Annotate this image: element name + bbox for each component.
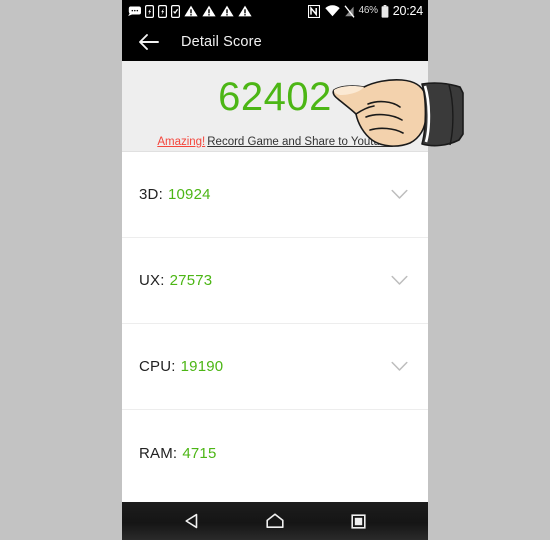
nav-back-icon[interactable] [172, 506, 212, 536]
score-row-label: CPU: [139, 358, 176, 375]
wifi-icon [324, 5, 340, 17]
status-bar-clock: 20:24 [392, 3, 423, 18]
score-row-ux[interactable]: UX: 27573 [122, 238, 428, 324]
score-row-label: RAM: [139, 444, 178, 462]
chevron-down-icon[interactable] [390, 186, 408, 204]
sim-card-3-icon [171, 4, 180, 18]
page-title: Detail Score [181, 33, 262, 50]
no-signal-icon [344, 4, 355, 18]
score-row-value: 10924 [167, 186, 211, 203]
score-row-value: 19190 [180, 358, 224, 375]
score-row-value: 27573 [169, 272, 213, 289]
score-list: 3D: 10924 UX: 27573 CPU: 19190 RAM: 4715 [122, 152, 428, 496]
battery-percent-label: 46% [358, 5, 378, 16]
back-arrow-icon[interactable] [137, 31, 159, 53]
status-bar-right-icons: 46% 20:24 [307, 3, 423, 18]
nav-recents-icon[interactable] [338, 506, 378, 536]
promo-text-label: Record Game and Share to Youtube [207, 136, 393, 148]
battery-icon [381, 4, 389, 18]
warning-triangle-4-icon [238, 5, 252, 17]
sim-card-2-icon [158, 4, 167, 18]
status-bar-left-icons [128, 4, 252, 18]
promo-highlight-label: Amazing! [157, 136, 206, 148]
score-row-ram[interactable]: RAM: 4715 [122, 410, 428, 496]
nfc-icon [307, 4, 320, 18]
warning-triangle-1-icon [184, 5, 198, 17]
warning-triangle-3-icon [220, 5, 234, 17]
nav-home-icon[interactable] [255, 506, 295, 536]
chevron-down-icon[interactable] [390, 272, 408, 290]
app-bar: Detail Score [122, 22, 428, 61]
sim-card-1-icon [145, 4, 154, 18]
android-navigation-bar [122, 502, 428, 540]
score-row-cpu[interactable]: CPU: 19190 [122, 324, 428, 410]
phone-screen: 46% 20:24 Detail Score 62402 Amazing! Re… [122, 0, 428, 540]
score-row-label: 3D: [139, 186, 163, 203]
screenshot-root: 46% 20:24 Detail Score 62402 Amazing! Re… [0, 0, 550, 540]
chevron-down-icon[interactable] [390, 358, 408, 376]
total-score-value: 62402 [218, 75, 332, 119]
score-row-label: UX: [139, 272, 165, 289]
status-bar: 46% 20:24 [122, 0, 428, 22]
score-header: 62402 Amazing! Record Game and Share to Y… [122, 61, 428, 152]
warning-triangle-2-icon [202, 5, 216, 17]
score-row-3d[interactable]: 3D: 10924 [122, 152, 428, 238]
sms-message-icon [128, 6, 141, 16]
record-and-share-link[interactable]: Amazing! Record Game and Share to Youtube [157, 136, 393, 149]
score-row-value: 4715 [182, 444, 217, 462]
